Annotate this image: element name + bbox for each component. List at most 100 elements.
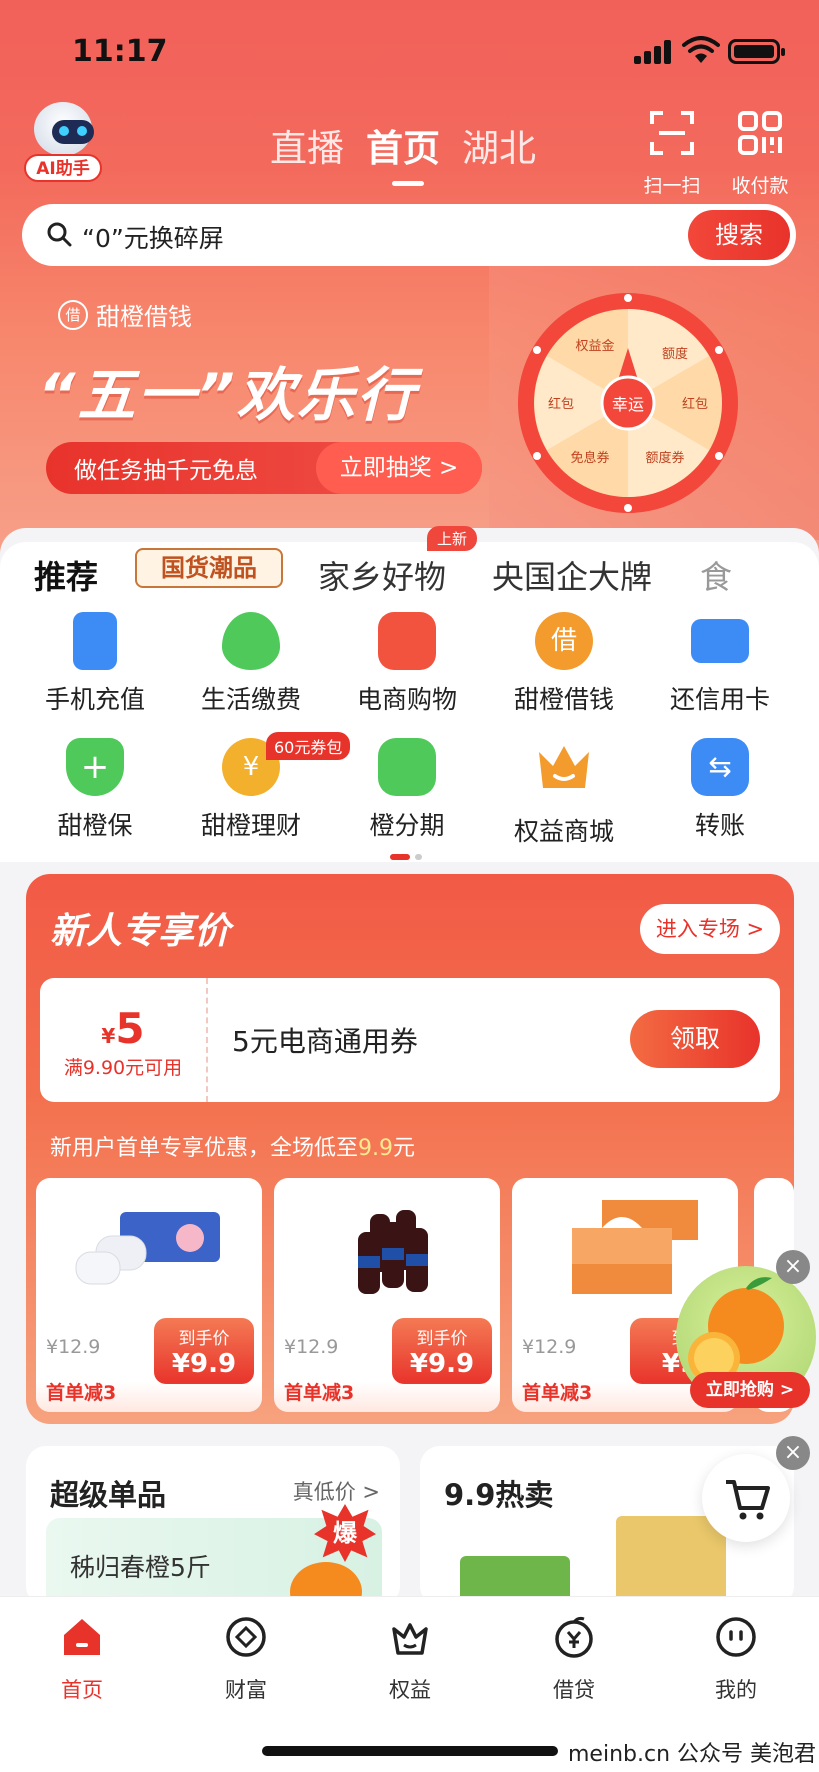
coupon-amount: 5 (115, 1004, 145, 1053)
super-item-card[interactable]: 超级单品 真低价 > 秭归春橙5斤 爆 (26, 1446, 400, 1606)
pay-label: 收付款 (731, 175, 789, 197)
promo-subtitle-text: 新用户首单专享优惠，全场低至 (50, 1136, 359, 1161)
signal-icon (634, 40, 672, 64)
service-transfer[interactable]: ⇆ 转账 (642, 738, 798, 842)
banner-brand: 借 甜橙借钱 (58, 297, 192, 332)
service-grid: 手机充值 生活缴费 电商购物 借 甜橙借钱 还信用卡 + 甜橙保 ¥ 甜橙理财 … (0, 602, 819, 862)
final-price-tag: 到手价 ¥9.9 (154, 1318, 254, 1384)
cart-button[interactable] (702, 1454, 790, 1542)
claim-button[interactable]: 领取 (630, 1010, 760, 1068)
close-float-ad-button[interactable]: × (776, 1250, 810, 1284)
loan-yen-icon (555, 1616, 593, 1658)
promo-subtitle-unit: 元 (393, 1136, 416, 1161)
tab-recommend[interactable]: 推荐 (34, 552, 98, 612)
wheel-segment: 额度 (662, 346, 688, 362)
banner-cta[interactable]: 做任务抽千元免息 立即抽奖 > (46, 442, 482, 494)
banner-title: “五一”欢乐行 (38, 361, 417, 429)
price-tag-label: 到手价 (178, 1329, 230, 1349)
service-loan[interactable]: 借 甜橙借钱 (486, 612, 642, 716)
original-price: ¥12.9 (522, 1336, 577, 1358)
final-price-tag: 到手价 ¥9.9 (392, 1318, 492, 1384)
coupon-condition: 满9.90元可用 (63, 1057, 183, 1079)
buy-now-button[interactable]: 立即抢购 > (690, 1372, 810, 1408)
coupon-pack-badge: 60元券包 (266, 732, 351, 760)
tab-bar-benefits[interactable]: 权益 (350, 1615, 470, 1704)
loan-logo-icon: 借 (58, 299, 88, 330)
price-value: ¥9.9 (171, 1349, 237, 1379)
search-input[interactable]: “0”元换碎屏 (82, 219, 224, 255)
wheel-segment: 红包 (682, 396, 708, 412)
true-low-price-link[interactable]: 真低价 > (293, 1476, 380, 1506)
service-installment[interactable]: 橙分期 (329, 738, 485, 842)
wifi-icon (682, 36, 720, 63)
super-item-product[interactable]: 秭归春橙5斤 爆 (46, 1504, 382, 1606)
lucky-wheel-icon[interactable]: 幸运 权益金 额度 红包 额度券 免息券 红包 (515, 290, 741, 516)
coupon-name: 5元电商通用券 (232, 1025, 418, 1058)
service-label: 甜橙借钱 (513, 685, 614, 714)
qr-pay-icon (738, 111, 782, 155)
wheel-segment: 权益金 (575, 338, 614, 354)
tab-bar-profile[interactable]: 我的 (676, 1615, 796, 1704)
ai-assistant-button[interactable]: AI助手 (24, 100, 102, 184)
service-utility-bills[interactable]: 生活缴费 (173, 612, 329, 716)
banner-cta-text: 做任务抽千元免息 (74, 458, 258, 484)
tab-bar-label: 借贷 (553, 1678, 595, 1702)
service-shopping[interactable]: 电商购物 (329, 612, 485, 716)
scan-button[interactable]: 扫一扫 (632, 110, 712, 198)
profile-icon (716, 1617, 756, 1657)
ai-assistant-label: AI助手 (24, 154, 102, 182)
promo-title: 新人专享价 (50, 911, 231, 952)
hot-sale-title: 9.9热卖 (444, 1478, 554, 1512)
banner-brand-name: 甜橙借钱 (96, 303, 192, 331)
search-bar[interactable]: “0”元换碎屏 搜索 (22, 204, 796, 266)
service-label: 甜橙保 (57, 811, 133, 840)
wheel-segment: 额度券 (645, 450, 684, 466)
home-icon (64, 1619, 100, 1655)
home-indicator (262, 1746, 558, 1756)
tab-food[interactable]: 食 (700, 552, 732, 598)
tab-bar-label: 财富 (225, 1678, 267, 1702)
first-order-discount: 首单减3 (46, 1382, 117, 1404)
tissue-roll-image (75, 1212, 220, 1285)
super-item-title: 超级单品 (50, 1478, 167, 1512)
shield-plus-icon: + (66, 738, 124, 796)
tab-bar-home[interactable]: 首页 (22, 1615, 142, 1704)
service-label: 电商购物 (356, 685, 457, 714)
tab-bar-label: 权益 (389, 1678, 431, 1702)
pay-button[interactable]: 收付款 (720, 110, 800, 198)
tab-hometown-goods[interactable]: 家乡好物 (318, 552, 446, 598)
scan-icon (650, 111, 694, 155)
wheel-segment: 免息券 (570, 450, 609, 466)
category-tabs: 推荐 国货潮品 家乡好物 央国企大牌 食 (0, 542, 819, 1122)
tab-bar-wealth[interactable]: 财富 (186, 1615, 306, 1704)
scan-label: 扫一扫 (643, 175, 701, 197)
draw-now-button[interactable]: 立即抽奖 > (316, 442, 482, 494)
service-label: 生活缴费 (200, 685, 301, 714)
installment-icon (378, 738, 436, 796)
tab-region[interactable]: 湖北 (462, 118, 536, 172)
service-label: 手机充值 (44, 685, 145, 714)
service-label: 还信用卡 (669, 685, 770, 714)
service-credit-card[interactable]: 还信用卡 (642, 612, 798, 716)
service-phone-recharge[interactable]: 手机充值 (17, 612, 173, 716)
service-benefits-mall[interactable]: 权益商城 (486, 738, 642, 848)
product-card[interactable]: ¥12.9 到手价 ¥9.9 首单减3 (36, 1178, 262, 1412)
new-badge: 上新 (427, 526, 478, 551)
first-order-discount: 首单减3 (522, 1382, 593, 1404)
wheel-center-label: 幸运 (612, 395, 644, 414)
tab-bar-loan[interactable]: 借贷 (514, 1615, 634, 1704)
tab-state-brands[interactable]: 央国企大牌 (492, 552, 652, 598)
service-insurance[interactable]: + 甜橙保 (17, 738, 173, 842)
tab-domestic-trend[interactable]: 国货潮品 (135, 548, 283, 588)
tab-bar-label: 首页 (61, 1678, 103, 1702)
tab-home[interactable]: 首页 (366, 118, 440, 186)
product-card[interactable]: ¥12.9 到手价 ¥9.9 首单减3 (274, 1178, 500, 1412)
tab-live[interactable]: 直播 (270, 118, 344, 172)
cola-bottles-image (358, 1210, 428, 1294)
super-item-name: 秭归春橙5斤 (70, 1553, 211, 1582)
service-label: 转账 (694, 811, 745, 840)
search-button[interactable]: 搜索 (688, 210, 790, 260)
promo-subtitle-price: 9.9 (358, 1136, 394, 1161)
enter-zone-button[interactable]: 进入专场 > (640, 904, 780, 954)
status-bar: 11:17 (0, 0, 819, 100)
